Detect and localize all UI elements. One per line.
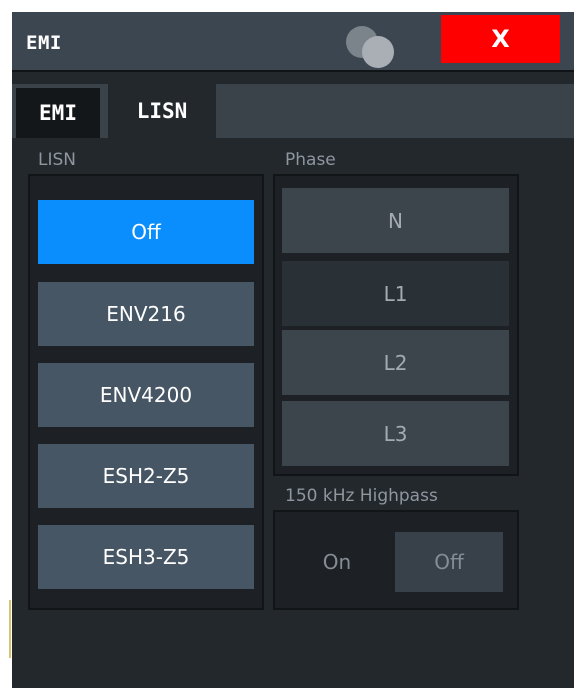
phase-option-n[interactable]: N <box>282 188 509 253</box>
tab-bar: EMI LISN <box>12 84 574 138</box>
lisn-option-off[interactable]: Off <box>38 200 254 264</box>
phase-option-label: N <box>388 208 403 233</box>
lisn-option-env4200[interactable]: ENV4200 <box>38 363 254 427</box>
lisn-option-label: Off <box>131 220 161 244</box>
phase-option-l2[interactable]: L2 <box>282 330 509 395</box>
lisn-option-label: ESH2-Z5 <box>102 464 190 488</box>
title-bar[interactable]: EMI X <box>12 12 574 70</box>
emi-dialog: EMI X EMI LISN LISN Off ENV216 ENV4200 E… <box>12 12 574 688</box>
phase-option-label: L1 <box>383 281 408 306</box>
lisn-option-env216[interactable]: ENV216 <box>38 282 254 346</box>
phase-option-label: L3 <box>383 421 408 446</box>
tab-lisn-label: LISN <box>136 99 188 123</box>
highpass-off-label: Off <box>434 550 464 574</box>
tab-emi[interactable]: EMI <box>16 88 100 138</box>
highpass-off-button[interactable]: Off <box>395 532 503 592</box>
phase-option-label: L2 <box>383 350 408 375</box>
title-divider <box>12 70 574 72</box>
logo-icon <box>342 22 402 68</box>
highpass-group-label: 150 kHz Highpass <box>285 486 438 506</box>
close-icon: X <box>491 25 510 53</box>
lisn-option-label: ENV216 <box>106 302 186 326</box>
lisn-option-esh3-z5[interactable]: ESH3-Z5 <box>38 525 254 589</box>
lisn-option-label: ENV4200 <box>99 383 193 407</box>
edge-accent <box>9 600 11 658</box>
highpass-on-button[interactable]: On <box>282 532 392 592</box>
phase-option-l1[interactable]: L1 <box>282 261 509 326</box>
close-button[interactable]: X <box>441 15 560 63</box>
phase-option-l3[interactable]: L3 <box>282 401 509 466</box>
tab-emi-label: EMI <box>39 101 77 125</box>
lisn-option-label: ESH3-Z5 <box>102 545 190 569</box>
phase-group-label: Phase <box>285 150 336 170</box>
lisn-option-esh2-z5[interactable]: ESH2-Z5 <box>38 444 254 508</box>
highpass-on-label: On <box>322 550 352 574</box>
lisn-group-label: LISN <box>38 150 76 170</box>
window-title: EMI <box>26 32 62 54</box>
tab-lisn[interactable]: LISN <box>108 84 216 138</box>
